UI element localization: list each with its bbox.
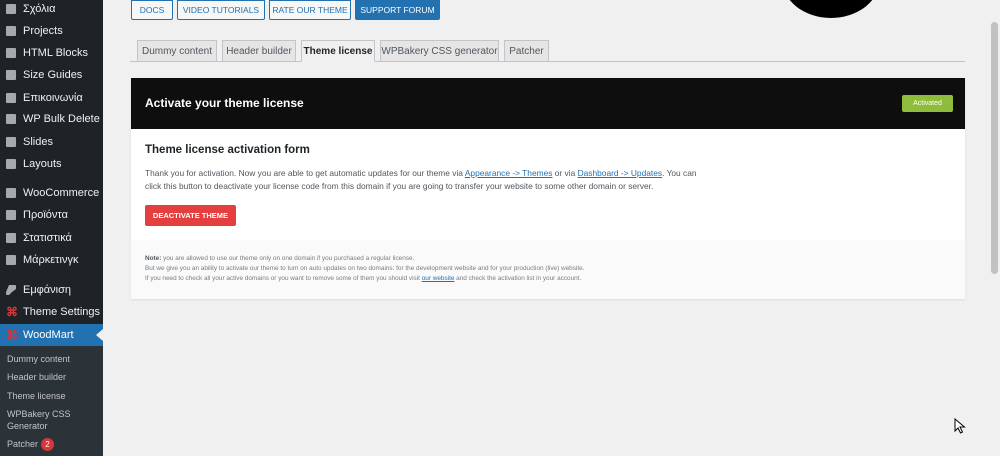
sidebar-item-label: WoodMart (23, 329, 74, 341)
sidebar-item-label: WP Bulk Delete (23, 113, 100, 125)
note-text: you are allowed to use our theme only on… (161, 255, 415, 262)
active-menu-arrow (96, 329, 103, 341)
video-tutorials-button[interactable]: VIDEO TUTORIALS (177, 0, 265, 20)
mouse-cursor-icon (954, 418, 966, 434)
sidebar-item-label: Projects (23, 25, 63, 37)
sidebar-item-wp-bulk-delete[interactable]: WP Bulk Delete (0, 108, 103, 130)
submenu-item-dummy-content[interactable]: Dummy content (7, 353, 70, 365)
our-website-link[interactable]: our website (422, 275, 455, 282)
sidebar-item-label: Layouts (23, 158, 62, 170)
sidebar-item-label: WooCommerce (23, 187, 100, 199)
license-panel: Activate your theme license Activated Th… (131, 78, 965, 299)
admin-sidebar: Σχόλια Projects HTML Blocks Size Guides … (0, 0, 103, 456)
sidebar-item-products[interactable]: Προϊόντα (0, 204, 103, 226)
woocommerce-icon (6, 188, 16, 198)
sidebar-item-label: Slides (23, 136, 53, 148)
sidebar-item-theme-settings[interactable]: ⌘ Theme Settings (0, 301, 103, 323)
blocks-icon (6, 48, 16, 58)
license-note: Note: you are allowed to use our theme o… (145, 254, 845, 284)
megaphone-icon (6, 255, 16, 265)
note-area: Note: you are allowed to use our theme o… (131, 240, 965, 299)
products-icon (6, 210, 16, 220)
layouts-icon (6, 159, 16, 169)
sidebar-item-size-guides[interactable]: Size Guides (0, 64, 103, 86)
sidebar-item-label: Theme Settings (23, 306, 101, 318)
woodmart-icon: ⌘ (6, 328, 18, 342)
update-count-badge: 2 (41, 438, 55, 452)
note-text: If you need to check all your active dom… (145, 275, 422, 282)
sidebar-item-html-blocks[interactable]: HTML Blocks (0, 42, 103, 64)
dashboard-updates-link[interactable]: Dashboard -> Updates (578, 168, 663, 178)
deactivate-theme-button[interactable]: DEACTIVATE THEME (145, 205, 236, 226)
slides-icon (6, 137, 16, 147)
sidebar-item-label: Εμφάνιση (23, 284, 72, 296)
paintbrush-icon (6, 285, 16, 295)
submenu-item-patcher[interactable]: Patcher 2 (7, 438, 55, 452)
tab-theme-license[interactable]: Theme license (301, 40, 375, 62)
sidebar-item-comments[interactable]: Σχόλια (0, 0, 103, 20)
submenu-item-theme-license[interactable]: Theme license (7, 390, 66, 402)
comments-icon (6, 4, 16, 14)
settings-tabs: Dummy content Header builder Theme licen… (130, 40, 965, 62)
sidebar-item-projects[interactable]: Projects (0, 20, 103, 42)
tab-dummy-content[interactable]: Dummy content (137, 40, 217, 62)
sidebar-item-slides[interactable]: Slides (0, 131, 103, 153)
tab-header-builder[interactable]: Header builder (222, 40, 296, 62)
panel-title: Activate your theme license (145, 96, 304, 110)
sidebar-item-label: Size Guides (23, 69, 83, 81)
sidebar-item-contact[interactable]: Επικοινωνία (0, 87, 103, 109)
submenu-item-header-builder[interactable]: Header builder (7, 371, 66, 383)
stats-icon (6, 233, 16, 243)
mail-icon (6, 93, 16, 103)
submenu-item-wpbakery-css[interactable]: WPBakery CSS Generator (7, 408, 97, 432)
sidebar-item-label: Σχόλια (23, 3, 56, 15)
sidebar-item-label: Προϊόντα (23, 209, 68, 221)
form-title: Theme license activation form (145, 144, 310, 156)
note-text: But we give you an ability to activate o… (145, 265, 585, 272)
tab-wpbakery-css-generator[interactable]: WPBakery CSS generator (380, 40, 499, 62)
activated-status-badge: Activated (902, 95, 953, 112)
description-text: Thank you for activation. Now you are ab… (145, 168, 465, 178)
decorative-circle (782, 0, 880, 18)
sidebar-item-marketing[interactable]: Μάρκετινγκ (0, 249, 103, 271)
size-guide-icon (6, 70, 16, 80)
sidebar-item-stats[interactable]: Στατιστικά (0, 227, 103, 249)
sidebar-item-layouts[interactable]: Layouts (0, 153, 103, 175)
support-forum-button[interactable]: SUPPORT FORUM (355, 0, 440, 20)
appearance-themes-link[interactable]: Appearance -> Themes (465, 168, 553, 178)
sidebar-item-label: Μάρκετινγκ (23, 254, 79, 266)
tab-patcher[interactable]: Patcher (504, 40, 549, 62)
woodmart-icon: ⌘ (6, 305, 18, 319)
docs-button[interactable]: DOCS (131, 0, 173, 20)
delete-icon (6, 114, 16, 124)
submenu-item-label: Patcher (7, 439, 39, 449)
description-text: or via (552, 168, 578, 178)
note-text: and check the activation list in your ac… (454, 275, 582, 282)
sidebar-item-label: HTML Blocks (23, 47, 88, 59)
sidebar-item-label: Επικοινωνία (23, 92, 83, 104)
note-label: Note: (145, 255, 162, 262)
sidebar-item-appearance[interactable]: Εμφάνιση (0, 279, 103, 301)
sidebar-item-woocommerce[interactable]: WooCommerce (0, 182, 103, 204)
rate-our-theme-button[interactable]: RATE OUR THEME (269, 0, 351, 20)
scrollbar-thumb[interactable] (991, 22, 998, 274)
sidebar-item-woodmart[interactable]: ⌘ WoodMart (0, 324, 103, 346)
panel-header: Activate your theme license Activated (131, 78, 965, 129)
projects-icon (6, 26, 16, 36)
form-description: Thank you for activation. Now you are ab… (145, 167, 715, 193)
sidebar-item-label: Στατιστικά (23, 232, 72, 244)
woodmart-submenu: Dummy content Header builder Theme licen… (0, 346, 103, 456)
